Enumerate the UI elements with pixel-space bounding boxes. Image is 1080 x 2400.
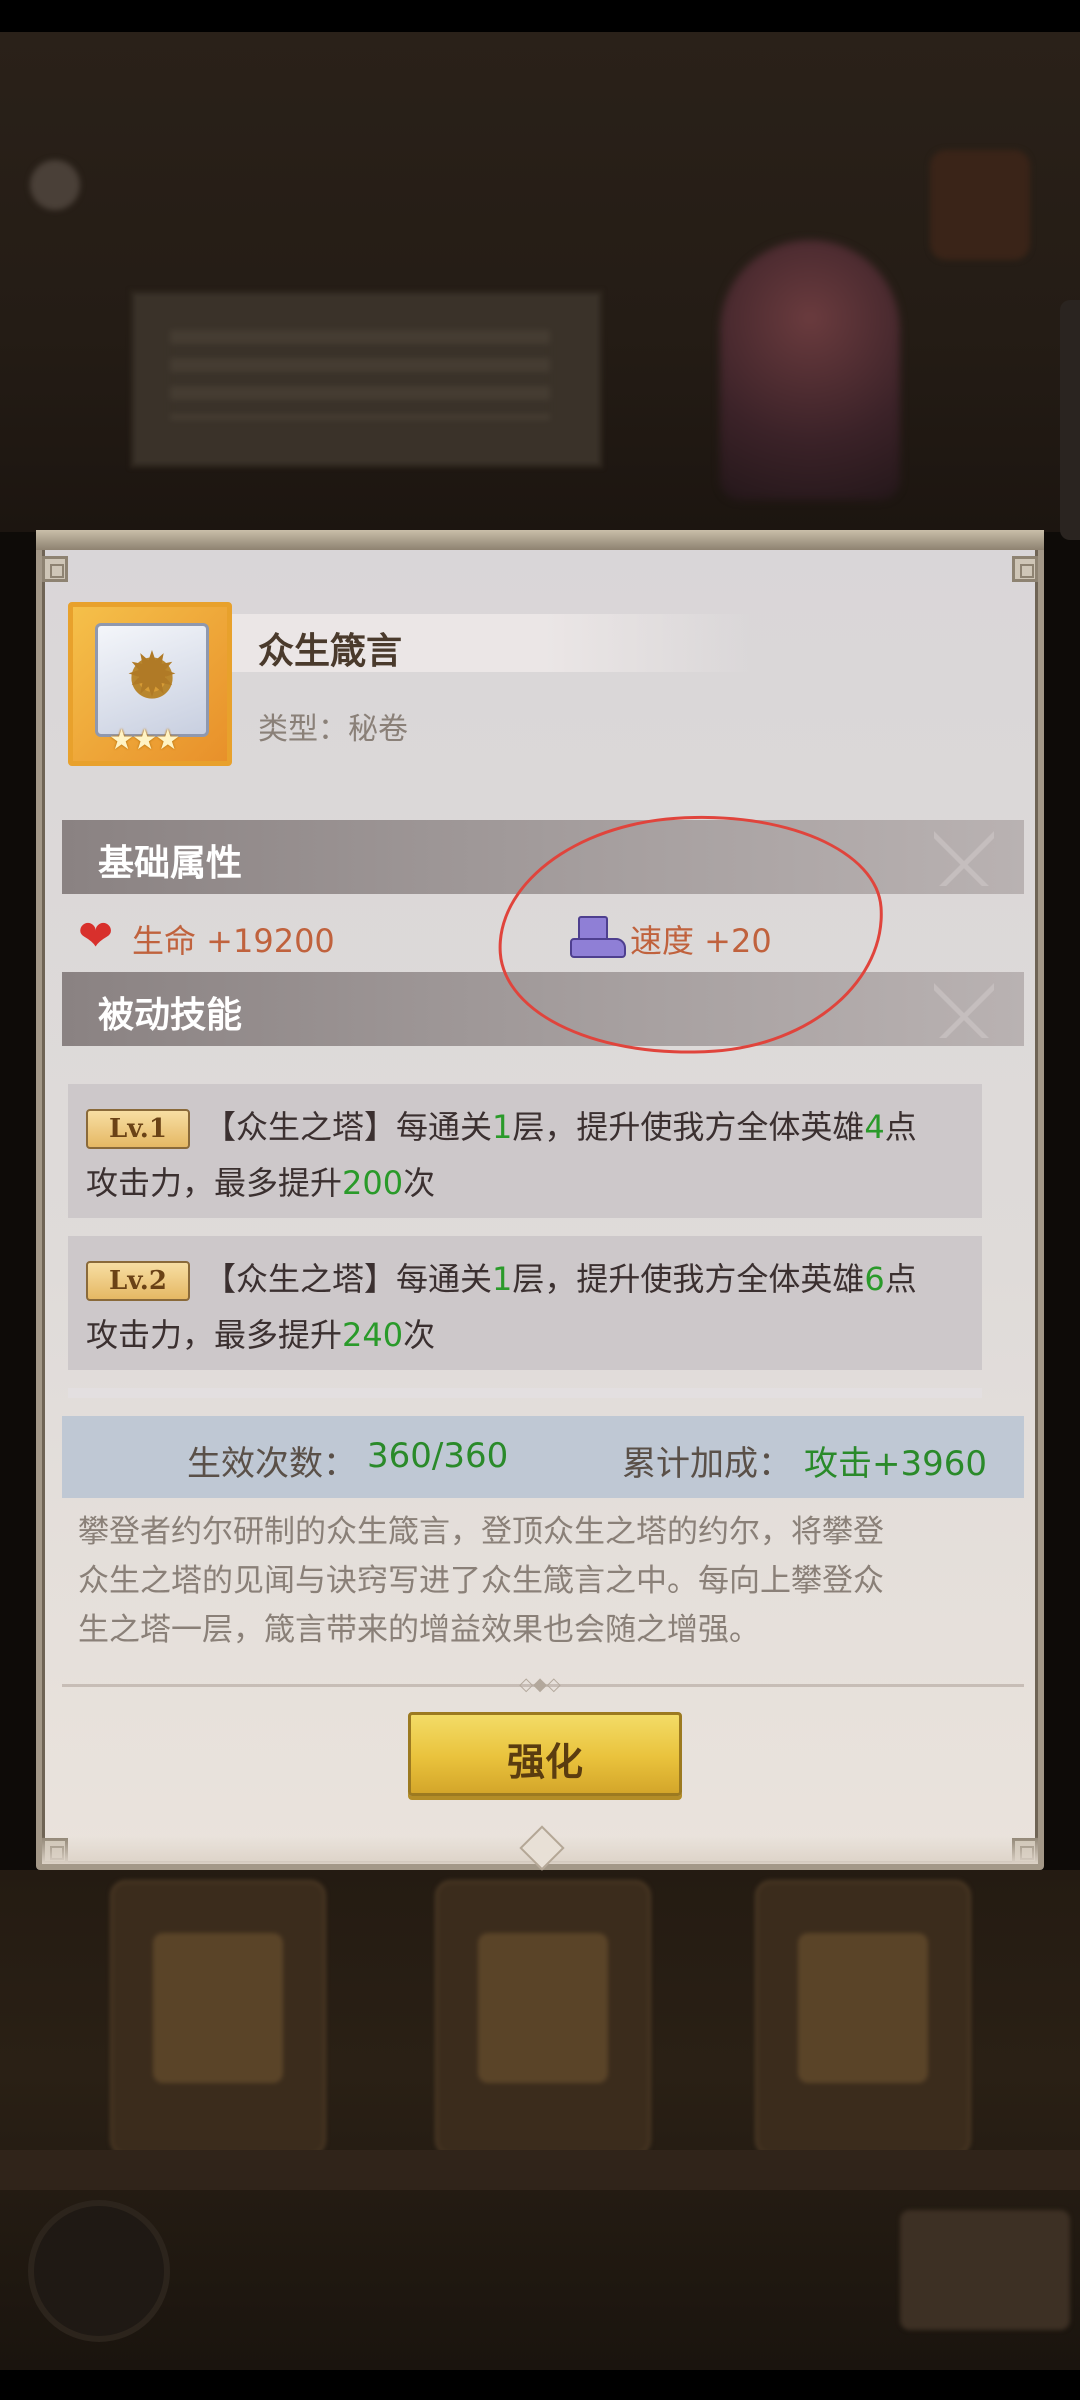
bonus-value: 攻击+3960 (804, 1444, 988, 1484)
skill-text: 【众生之塔】每通关 (204, 1260, 493, 1298)
effect-count-label: 生效次数： (187, 1444, 357, 1484)
bonus-label: 累计加成： (622, 1444, 792, 1484)
effect-summary-bar: 生效次数： 360/360 累计加成： 攻击+3960 (62, 1416, 1024, 1498)
skill-value: 4 (864, 1108, 885, 1146)
section-deco (934, 980, 994, 1038)
section-title: 被动技能 (98, 995, 243, 1036)
background-round-button (28, 2200, 170, 2342)
background-side-tab (1060, 300, 1080, 540)
background-avatar (930, 150, 1030, 260)
section-title: 基础属性 (98, 843, 243, 884)
skill-text: 【众生之塔】每通关 (204, 1108, 493, 1146)
description-line: 攀登者约尔研制的众生箴言，登顶众生之塔的约尔，将攀登 (78, 1514, 884, 1550)
skill-text: 次 (403, 1316, 436, 1354)
skill-text: 次 (403, 1164, 436, 1202)
skill-entry-lv2: Lv.2 【众生之塔】每通关1层，提升使我方全体英雄6点 攻击力，最多提升240次 (68, 1236, 982, 1370)
background-card (110, 1880, 326, 2156)
dialog-top-border (36, 530, 1044, 550)
background-board-text (170, 330, 550, 420)
skill-value: 1 (492, 1108, 513, 1146)
skill-entry-lv1: Lv.1 【众生之塔】每通关1层，提升使我方全体英雄4点 攻击力，最多提升200次 (68, 1084, 982, 1218)
corner-ornament (42, 556, 68, 582)
skill-text: 点 (884, 1108, 917, 1146)
item-description: 攀登者约尔研制的众生箴言，登顶众生之塔的约尔，将攀登 众生之塔的见闻与诀窍写进了… (78, 1508, 1018, 1655)
star-icon: ★★★ (109, 723, 180, 756)
level-badge: Lv.1 (86, 1109, 190, 1149)
skill-text: 点 (884, 1260, 917, 1298)
item-icon-frame: ★★★ (68, 602, 232, 766)
skill-value: 240 (342, 1316, 404, 1354)
skill-value: 200 (342, 1164, 404, 1202)
level-badge: Lv.2 (86, 1261, 190, 1301)
section-deco (934, 828, 994, 886)
skill-list-scroll-hint[interactable] (68, 1388, 982, 1398)
hp-stat: 生命 +19200 (132, 922, 335, 960)
enhance-button[interactable]: 强化 (408, 1712, 682, 1796)
sun-emblem (120, 638, 184, 711)
skill-text: 攻击力，最多提升 (86, 1316, 343, 1354)
navigation-bar-area (0, 2370, 1080, 2400)
diamond-ornament-icon: ◇◆◇ (519, 1674, 561, 1695)
description-line: 众生之塔的见闻与诀窍写进了众生箴言之中。每向上攀登众 (78, 1563, 884, 1599)
skill-value: 1 (492, 1260, 513, 1298)
skill-text: 层，提升使我方全体英雄 (512, 1260, 865, 1298)
skill-text: 攻击力，最多提升 (86, 1164, 343, 1202)
background-button (30, 160, 80, 210)
background-shelf (0, 2150, 1080, 2190)
background-card (755, 1880, 971, 2156)
skill-value: 6 (864, 1260, 885, 1298)
effect-count-value: 360/360 (367, 1436, 509, 1476)
status-bar-area (0, 0, 1080, 32)
heart-icon: ❤ (78, 911, 114, 960)
item-type: 类型：秘卷 (258, 712, 408, 747)
description-line: 生之塔一层，箴言带来的增益效果也会随之增强。 (78, 1612, 760, 1648)
skill-text: 层，提升使我方全体英雄 (512, 1108, 865, 1146)
enhance-button-label: 强化 (506, 1740, 583, 1784)
background-card (435, 1880, 651, 2156)
item-name: 众生箴言 (258, 631, 403, 672)
background-hero (720, 240, 900, 500)
item-detail-dialog: ★★★ 众生箴言 类型：秘卷 基础属性 ❤ 生命 +19200 速度 +20 被… (36, 530, 1044, 1871)
background-corner-icon (900, 2210, 1070, 2330)
sun-scroll-icon (95, 623, 209, 737)
corner-ornament (1012, 556, 1038, 582)
